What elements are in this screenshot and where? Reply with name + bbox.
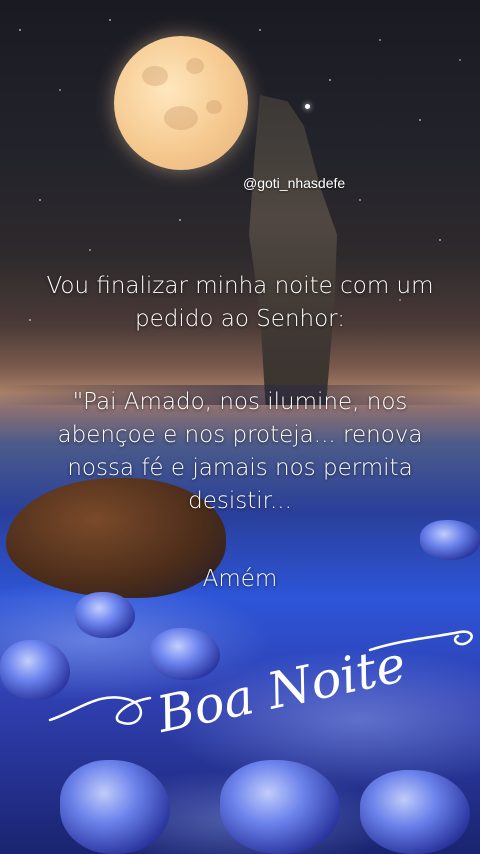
watermark-handle: @goti_nhasdefe — [243, 175, 346, 191]
bright-star — [305, 104, 310, 109]
amen-text: Amém — [202, 566, 278, 592]
message-line: Vou finalizar minha noite com um — [46, 273, 434, 299]
quote-line: nossa fé e jamais nos permita — [67, 455, 413, 481]
glowing-rock — [220, 760, 340, 854]
quote-line: desistir... — [188, 488, 292, 514]
quote-line: "Pai Amado, nos ilumine, nos — [72, 389, 408, 415]
glowing-rock — [60, 760, 170, 854]
message-line: pedido ao Senhor: — [135, 306, 345, 332]
night-sea-image: @goti_nhasdefe Vou finalizar minha noite… — [0, 0, 480, 854]
message-intro: Vou finalizar minha noite com um pedido … — [12, 270, 468, 336]
boa-noite-text: Boa Noite — [151, 635, 411, 744]
quote-line: abençoe e nos proteja... renova — [57, 422, 423, 448]
message-quote: "Pai Amado, nos ilumine, nos abençoe e n… — [12, 386, 468, 518]
full-moon — [114, 36, 248, 170]
boa-noite-script: Boa Noite — [48, 630, 473, 744]
glowing-rock — [360, 770, 470, 854]
glowing-rock — [420, 520, 480, 560]
